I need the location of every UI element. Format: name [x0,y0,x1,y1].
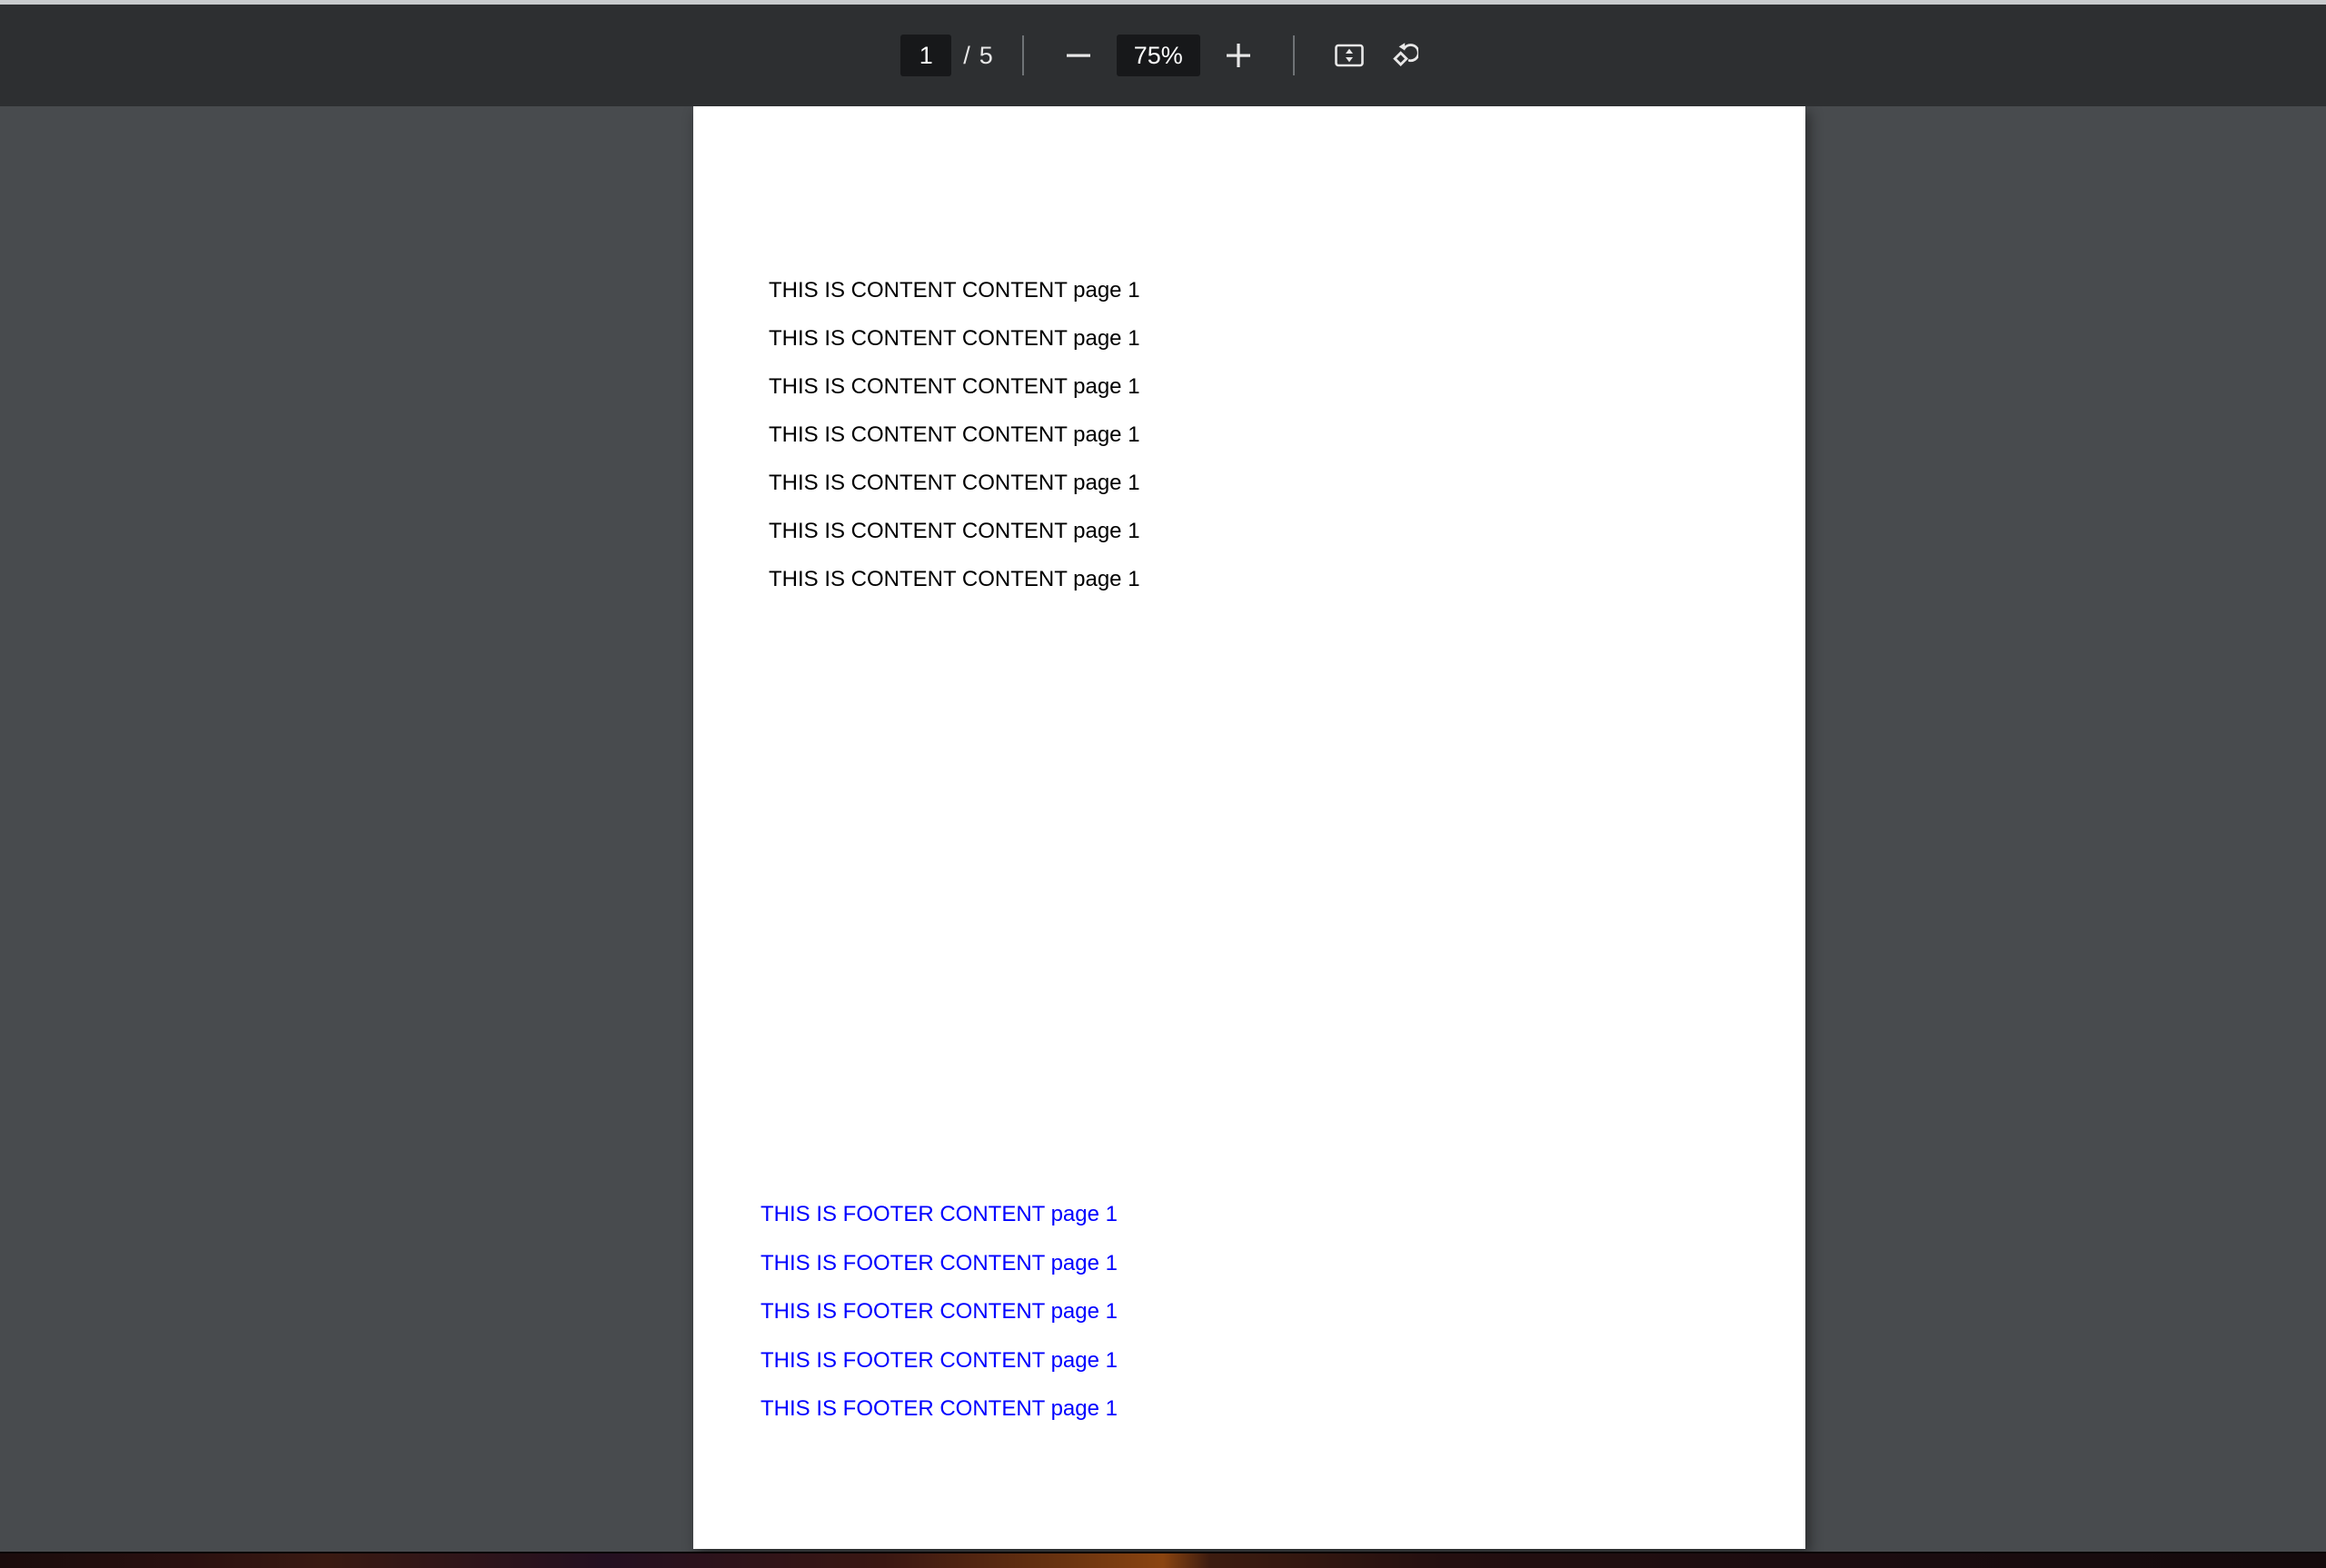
zoom-out-button[interactable] [1053,30,1104,81]
fit-to-page-icon [1331,37,1367,74]
bottom-strip-hairline [0,1552,2326,1553]
content-line: THIS IS CONTENT CONTENT page 1 [769,422,1140,447]
pdf-viewer-canvas[interactable]: THIS IS CONTENT CONTENT page 1 THIS IS C… [0,106,2326,1552]
plus-icon [1222,39,1255,72]
content-line: THIS IS CONTENT CONTENT page 1 [769,278,1140,303]
content-line: THIS IS CONTENT CONTENT page 1 [769,374,1140,399]
fit-to-page-button[interactable] [1324,30,1375,81]
toolbar-controls: 1 / 5 75% [900,30,1426,81]
rotate-counterclockwise-icon [1382,37,1418,74]
document-content-block: THIS IS CONTENT CONTENT page 1 THIS IS C… [769,266,1140,603]
rotate-counterclockwise-button[interactable] [1375,30,1426,81]
desktop-bottom-strip [0,1552,2326,1568]
footer-line: THIS IS FOOTER CONTENT page 1 [760,1250,1118,1275]
zoom-in-button[interactable] [1213,30,1264,81]
content-line: THIS IS CONTENT CONTENT page 1 [769,326,1140,351]
pdf-viewer-window: 1 / 5 75% THIS IS CONTENT CONTENT page 1… [0,0,2326,1568]
minus-icon [1062,39,1095,72]
pdf-page-1: THIS IS CONTENT CONTENT page 1 THIS IS C… [693,106,1805,1549]
page-number-input[interactable]: 1 [900,35,952,76]
content-line: THIS IS CONTENT CONTENT page 1 [769,471,1140,495]
page-total-count: 5 [979,41,993,69]
pdf-toolbar: 1 / 5 75% [0,5,2326,106]
footer-line: THIS IS FOOTER CONTENT page 1 [760,1202,1118,1226]
content-line: THIS IS CONTENT CONTENT page 1 [769,519,1140,543]
document-footer-block: THIS IS FOOTER CONTENT page 1 THIS IS FO… [760,1190,1118,1434]
footer-line: THIS IS FOOTER CONTENT page 1 [760,1347,1118,1373]
toolbar-divider-1 [1021,35,1024,75]
footer-line: THIS IS FOOTER CONTENT page 1 [760,1299,1118,1324]
content-line: THIS IS CONTENT CONTENT page 1 [769,567,1140,591]
footer-line: THIS IS FOOTER CONTENT page 1 [760,1396,1118,1421]
toolbar-divider-2 [1292,35,1295,75]
zoom-level-input[interactable]: 75% [1116,35,1200,76]
page-separator: / [963,41,970,69]
